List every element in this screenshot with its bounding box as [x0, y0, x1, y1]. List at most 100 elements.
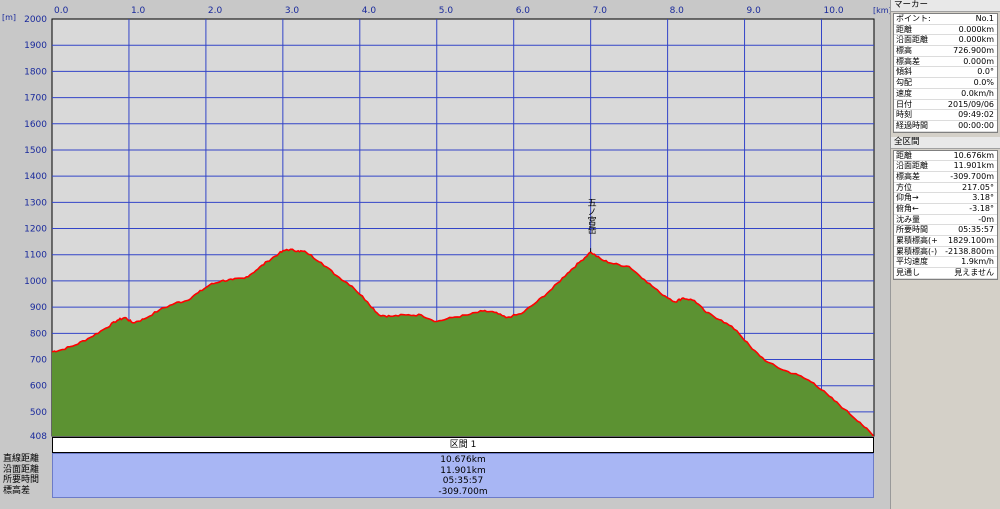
- marker-value: 726.900m: [953, 46, 994, 56]
- marker-key: 距離: [896, 24, 912, 34]
- y-tick-label: 1000: [24, 277, 47, 287]
- marker-table: ポイント: No.1 距離 0.000km 沿面距離 0.000km 標高 726.900m 標…: [893, 13, 998, 133]
- section-values: 10.676km 11.901km 05:35:57 -309.700m: [52, 453, 874, 498]
- marker-row: 日付 2015/09/06: [894, 100, 997, 111]
- y-tick-label: 800: [30, 329, 47, 339]
- y-tick-label: 1100: [24, 251, 47, 261]
- marker-value: No.1: [975, 14, 994, 23]
- all-section-row: 沿面距離 11.901km: [894, 161, 997, 172]
- marker-key: 沿面距離: [896, 35, 928, 45]
- marker-value: 0.0%: [973, 78, 994, 88]
- marker-value: 0.0km/h: [961, 88, 994, 98]
- y-tick-label: 2000: [24, 15, 47, 25]
- y-tick-label: 1500: [24, 146, 47, 156]
- marker-key: 勾配: [896, 78, 912, 88]
- x-tick-label: 4.0: [362, 6, 377, 16]
- all-section-row: 沈み量 -0m: [894, 215, 997, 226]
- y-tick-label: 600: [30, 382, 47, 392]
- x-tick-label: 5.0: [439, 6, 454, 16]
- marker-row: 標高 726.900m: [894, 46, 997, 57]
- y-tick-label: 1800: [24, 67, 47, 77]
- all-section-key: 距離: [896, 150, 912, 160]
- all-section-row: 累積標高(+) 1829.100m: [894, 236, 997, 247]
- all-section-key: 所要時間: [896, 225, 928, 235]
- section-value: 05:35:57: [442, 476, 484, 486]
- all-section-key: 仰角→: [896, 193, 919, 203]
- x-tick-label: 0.0: [54, 6, 69, 16]
- all-section-row: 見通し 見えません: [894, 268, 997, 279]
- marker-key: 時刻: [896, 110, 912, 120]
- x-tick-label: 2.0: [208, 6, 223, 16]
- marker-key: 日付: [896, 99, 912, 109]
- all-section-value: -309.700m: [950, 171, 994, 181]
- all-section-value: 3.18°: [972, 193, 994, 203]
- section-value: -309.700m: [438, 486, 488, 497]
- x-tick-label: 7.0: [593, 6, 608, 16]
- x-tick-label: 10.0: [824, 6, 844, 16]
- y-tick-label: 1400: [24, 172, 47, 182]
- marker-value: 0.000m: [963, 56, 994, 66]
- all-section-row: 標高差 -309.700m: [894, 172, 997, 183]
- all-section-value: 1.9km/h: [961, 257, 994, 267]
- all-section-key: 俯角←: [896, 204, 919, 213]
- annotation-label: 五ノ宮岳: [586, 198, 597, 235]
- marker-row: 時刻 09:49:02: [894, 110, 997, 121]
- all-section-value: 217.05°: [962, 182, 994, 192]
- all-section-value: 05:35:57: [958, 225, 994, 235]
- x-tick-label: 9.0: [747, 6, 762, 16]
- all-section-table: 距離 10.676km 沿面距離 11.901km 標高差 -309.700m 方位 217.…: [893, 149, 998, 280]
- section-label: 直線距離: [3, 454, 40, 464]
- y-tick-label: 1200: [24, 225, 47, 235]
- marker-value: 00:00:00: [958, 120, 994, 130]
- y-tick-label: 1900: [24, 41, 47, 51]
- all-section-value: 11.901km: [953, 161, 994, 171]
- marker-value: 2015/09/06: [947, 99, 994, 109]
- all-section-key: 標高差: [896, 171, 920, 181]
- marker-key: 標高差: [896, 56, 920, 66]
- all-section-key: 見通し: [896, 268, 920, 278]
- marker-key: 速度: [896, 88, 912, 98]
- marker-key: 傾斜: [896, 67, 912, 77]
- section-value: 10.676km: [440, 455, 486, 465]
- all-section-key: 方位: [896, 182, 912, 192]
- marker-key: ポイント:: [896, 14, 931, 23]
- all-section-row: 距離 10.676km: [894, 151, 997, 162]
- all-section-key: 沿面距離: [896, 161, 928, 171]
- section-label: 沿面距離: [3, 464, 40, 475]
- x-tick-label: 1.0: [131, 6, 146, 16]
- marker-row: 速度 0.0km/h: [894, 89, 997, 100]
- y-tick-label: 408: [30, 432, 47, 440]
- all-section-row: 平均速度 1.9km/h: [894, 257, 997, 269]
- y-tick-label: 1600: [24, 120, 47, 130]
- all-section-key: 累積標高(+): [896, 236, 938, 246]
- all-section-value: -0m: [978, 214, 994, 224]
- all-section-value: 10.676km: [953, 150, 994, 160]
- y-tick-label: 1700: [24, 94, 47, 104]
- marker-row: ポイント: No.1: [894, 14, 997, 25]
- x-tick-label: 3.0: [285, 6, 300, 16]
- marker-key: 経過時間: [896, 120, 928, 130]
- section-label: 標高差: [3, 485, 31, 496]
- all-section-row: 累積標高(-) -2138.800m: [894, 247, 997, 258]
- x-tick-label: 8.0: [670, 6, 685, 16]
- y-tick-label: 500: [30, 408, 47, 418]
- section-label: 所要時間: [3, 475, 40, 485]
- marker-row: 経過時間 00:00:00: [894, 121, 997, 132]
- info-panel: マーカー ポイント: No.1 距離 0.000km 沿面距離 0.000km 標高 726.…: [890, 0, 1000, 509]
- section-value: 11.901km: [440, 465, 486, 476]
- marker-row: 標高差 0.000m: [894, 57, 997, 68]
- all-section-value: -3.18°: [969, 204, 994, 213]
- marker-value: 0.000km: [958, 24, 994, 34]
- y-tick-label: 1300: [24, 198, 47, 208]
- marker-row: 傾斜 0.0°: [894, 67, 997, 79]
- section-header[interactable]: 区間 1: [52, 437, 874, 453]
- elevation-profile-chart[interactable]: 0.0 1.0 2.0 3.0 4.0 5.0 6.0 7.0 8.0 9.0 10.0 [km] 20…: [0, 0, 890, 440]
- all-section-key: 沈み量: [896, 214, 920, 224]
- all-section-panel-title: 全区間: [891, 136, 1000, 149]
- x-unit-label: [km]: [873, 6, 890, 15]
- y-unit-label: [m]: [2, 13, 16, 22]
- y-tick-label: 900: [30, 303, 47, 313]
- marker-value: 0.0°: [977, 67, 994, 77]
- marker-row: 沿面距離 0.000km: [894, 35, 997, 47]
- marker-value: 0.000km: [958, 35, 994, 45]
